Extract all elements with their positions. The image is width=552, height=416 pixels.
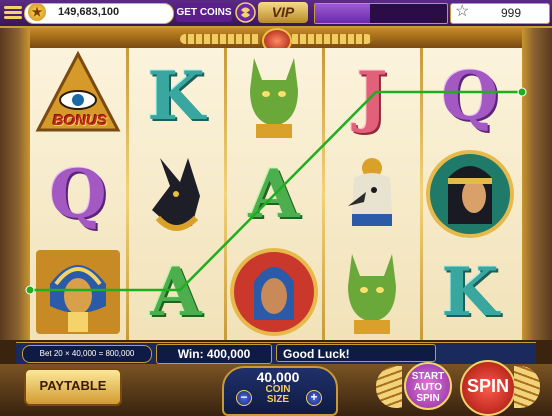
- symbol-bastet-cat-icon: [228, 50, 320, 142]
- symbol-letter: A: [248, 155, 300, 233]
- spin-button[interactable]: SPIN: [460, 360, 516, 416]
- symbol-a-icon: A: [228, 148, 320, 240]
- symbol-anubis-icon: [130, 148, 222, 240]
- vip-button[interactable]: VIP: [258, 2, 308, 23]
- reel-divider: [420, 48, 423, 340]
- symbol-q-icon: Q: [424, 50, 516, 142]
- paytable-button[interactable]: PAYTABLE: [24, 368, 122, 406]
- reel-divider: [224, 48, 227, 340]
- symbol-cleopatra-icon: [424, 148, 516, 240]
- get-coins-button[interactable]: GET COINS: [176, 3, 232, 22]
- symbol-letter: K: [147, 57, 205, 135]
- start-autospin-button[interactable]: START AUTO SPIN: [404, 362, 452, 410]
- symbol-pharaoh-gold-icon: [32, 246, 124, 338]
- xp-progress-fill: [315, 4, 371, 23]
- symbol-letter: A: [150, 253, 202, 331]
- symbol-j-icon: J: [326, 50, 418, 142]
- scarab-wing-right: [292, 34, 372, 44]
- symbol-letter: Q: [441, 57, 499, 135]
- symbol-a-icon: A: [130, 246, 222, 338]
- win-display: Win: 400,000: [156, 344, 272, 364]
- scarab-wing-left: [180, 34, 260, 44]
- bet-formula: Bet 20 × 40,000 = 800,000: [22, 345, 152, 363]
- level-value: 999: [500, 6, 522, 20]
- xp-progress-bar: [314, 3, 448, 24]
- size-label: SIZE: [266, 394, 290, 405]
- frame-left-pillar: [0, 28, 30, 340]
- symbol-q-icon: Q: [32, 148, 124, 240]
- star-icon: ☆: [455, 3, 470, 20]
- autospin-spin-label: SPIN: [416, 393, 440, 404]
- symbol-k-icon: K: [424, 246, 516, 338]
- symbol-pharaoh-portrait-icon: [228, 246, 320, 338]
- menu-icon[interactable]: [4, 4, 22, 20]
- reel-divider: [126, 48, 129, 340]
- symbol-letter: Q: [49, 155, 107, 233]
- coin-size-decrease-button[interactable]: −: [236, 390, 252, 406]
- coin-icon: ★: [28, 3, 46, 21]
- symbol-k-icon: K: [130, 50, 222, 142]
- coin-size-value: 40,000: [256, 369, 300, 385]
- bonus-label: BONUS: [52, 112, 108, 129]
- coin-balance: 149,683,100: [58, 6, 120, 18]
- status-message: Good Luck!: [276, 344, 436, 362]
- start-label: START: [411, 371, 445, 382]
- gift-icon[interactable]: [235, 2, 256, 23]
- auto-label: AUTO: [413, 382, 443, 393]
- symbol-bastet-cat-icon: [326, 246, 418, 338]
- frame-right-pillar: [522, 28, 552, 340]
- coin-size-label: COIN SIZE: [253, 385, 303, 405]
- symbol-letter: J: [356, 57, 388, 135]
- symbol-horus-icon: [326, 148, 418, 240]
- symbol-eye-bonus-icon: BONUS: [32, 50, 124, 142]
- reel-divider: [322, 48, 325, 340]
- symbol-letter: K: [441, 253, 499, 331]
- coin-size-increase-button[interactable]: +: [306, 390, 322, 406]
